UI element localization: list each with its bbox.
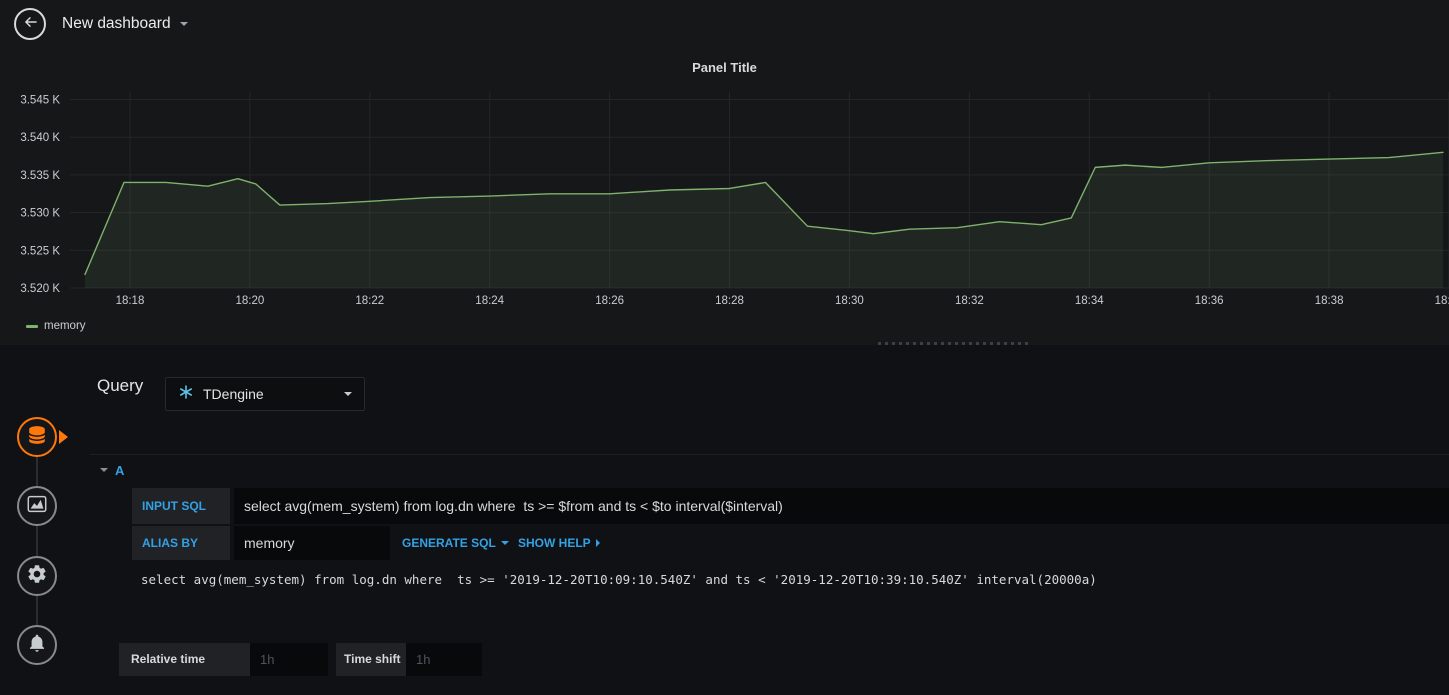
svg-text:3.535 K: 3.535 K bbox=[20, 170, 60, 182]
arrow-left-icon bbox=[21, 13, 39, 36]
svg-text:18:36: 18:36 bbox=[1195, 295, 1224, 305]
generate-sql-label: GENERATE SQL bbox=[402, 536, 496, 550]
query-section-divider bbox=[90, 454, 1449, 455]
alias-by-label: ALIAS BY bbox=[132, 526, 230, 560]
svg-text:18:32: 18:32 bbox=[955, 295, 984, 305]
svg-text:18:20: 18:20 bbox=[235, 295, 264, 305]
generate-sql-button[interactable]: GENERATE SQL bbox=[402, 526, 509, 560]
panel-editor: Query TDengine A INPUT SQL select avg(me… bbox=[0, 346, 1449, 695]
database-icon bbox=[26, 424, 48, 451]
alias-by-field[interactable] bbox=[234, 526, 390, 560]
tab-alert[interactable] bbox=[17, 625, 57, 665]
svg-text:3.525 K: 3.525 K bbox=[20, 245, 60, 257]
show-help-button[interactable]: SHOW HELP bbox=[518, 526, 600, 560]
svg-text:18:28: 18:28 bbox=[715, 295, 744, 305]
tab-general[interactable] bbox=[17, 556, 57, 596]
tab-queries[interactable] bbox=[17, 417, 57, 457]
legend-label: memory bbox=[44, 320, 86, 332]
query-ref-letter: A bbox=[115, 462, 125, 478]
input-sql-label: INPUT SQL bbox=[132, 488, 230, 524]
chevron-down-icon bbox=[344, 392, 352, 396]
dashboard-title-dropdown[interactable]: New dashboard bbox=[62, 0, 188, 48]
svg-text:3.520 K: 3.520 K bbox=[20, 283, 60, 295]
panel-resize-handle[interactable] bbox=[878, 342, 1028, 345]
query-section-title: Query bbox=[97, 376, 144, 395]
relative-time-field[interactable] bbox=[250, 643, 328, 676]
chevron-down-icon bbox=[179, 22, 188, 26]
svg-text:18:30: 18:30 bbox=[835, 295, 864, 305]
datasource-name: TDengine bbox=[203, 386, 264, 402]
svg-text:18:26: 18:26 bbox=[595, 295, 624, 305]
chevron-right-icon bbox=[595, 539, 600, 547]
legend-item-memory[interactable]: memory bbox=[26, 320, 86, 332]
generated-sql-preview: select avg(mem_system) from log.dn where… bbox=[141, 572, 1097, 587]
svg-text:18:38: 18:38 bbox=[1315, 295, 1344, 305]
tdengine-logo-icon bbox=[178, 384, 194, 405]
legend-color-swatch bbox=[26, 324, 38, 328]
bell-icon bbox=[27, 633, 47, 658]
time-shift-field[interactable] bbox=[406, 643, 482, 676]
svg-text:3.540 K: 3.540 K bbox=[20, 132, 60, 144]
tab-connector-line bbox=[36, 437, 38, 645]
input-sql-field[interactable] bbox=[234, 488, 1449, 524]
collapse-caret-icon bbox=[100, 468, 108, 472]
active-tab-pointer bbox=[59, 430, 68, 444]
grafana-edit-page: New dashboard Panel Title 18:18 18:20 18:2… bbox=[0, 0, 1449, 695]
top-navbar: New dashboard bbox=[0, 0, 1449, 48]
tab-visualization[interactable] bbox=[17, 486, 57, 526]
svg-text:18:40: 18:40 bbox=[1435, 295, 1449, 305]
gear-icon bbox=[26, 563, 48, 590]
query-ref-toggle[interactable]: A bbox=[100, 460, 124, 480]
panel-title[interactable]: Panel Title bbox=[0, 60, 1449, 75]
svg-text:18:34: 18:34 bbox=[1075, 295, 1104, 305]
datasource-picker[interactable]: TDengine bbox=[165, 377, 365, 411]
svg-text:3.530 K: 3.530 K bbox=[20, 208, 60, 220]
time-shift-label: Time shift bbox=[336, 643, 406, 676]
show-help-label: SHOW HELP bbox=[518, 536, 591, 550]
svg-text:3.545 K: 3.545 K bbox=[20, 95, 60, 107]
svg-text:18:24: 18:24 bbox=[475, 295, 504, 305]
relative-time-label: Relative time bbox=[119, 643, 250, 676]
graph-icon bbox=[26, 493, 48, 520]
svg-text:18:18: 18:18 bbox=[116, 295, 145, 305]
graph-panel: Panel Title 18:18 18:20 18:22 18:24 18:26 18:… bbox=[0, 48, 1449, 345]
time-series-chart[interactable]: 18:18 18:20 18:22 18:24 18:26 18:28 18:30 18:32… bbox=[0, 90, 1449, 305]
back-button[interactable] bbox=[14, 8, 46, 40]
chevron-down-icon bbox=[500, 541, 509, 545]
svg-text:18:22: 18:22 bbox=[355, 295, 384, 305]
page-title: New dashboard bbox=[62, 15, 171, 32]
